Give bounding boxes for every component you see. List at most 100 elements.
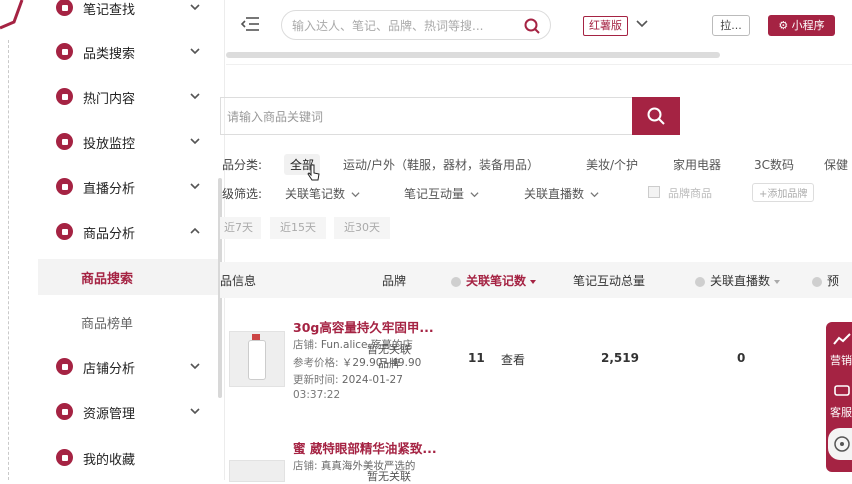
category-icon xyxy=(56,43,73,60)
shop-icon xyxy=(56,358,73,375)
header-more: 预 xyxy=(812,272,839,289)
sidebar-subitem-label: 商品搜索 xyxy=(81,271,134,287)
star-icon xyxy=(56,449,73,466)
mini-program-button[interactable]: ⚙ 小程序 xyxy=(768,15,835,36)
monitor-icon xyxy=(56,133,73,150)
product-search-input[interactable] xyxy=(225,107,609,127)
sort-icon xyxy=(774,279,781,284)
chevron-down-icon xyxy=(190,93,200,100)
chart-icon xyxy=(833,333,851,345)
mini-program-label: 小程序 xyxy=(791,19,825,32)
product-title[interactable]: 30g高容量持久牢固甲... xyxy=(293,317,434,336)
sidebar-item-label: 笔记查找 xyxy=(83,2,136,18)
chevron-up-icon xyxy=(190,227,200,234)
sidebar-item-resource-management[interactable]: 资源管理 xyxy=(26,390,222,434)
period-15d[interactable]: 近15天 xyxy=(270,217,326,239)
help-icon xyxy=(695,276,705,287)
sidebar: 笔记查找 品类搜索 热门内容 投放监控 直播分析 商品分析 商品搜索 商品榜单 … xyxy=(26,0,225,480)
sidebar-subitem-label: 商品榜单 xyxy=(81,316,134,332)
sidebar-item-note-search[interactable]: 笔记查找 xyxy=(26,0,222,30)
category-appliances[interactable]: 家用电器 xyxy=(673,156,721,173)
add-brand-button[interactable]: +添加品牌 xyxy=(752,183,815,202)
category-sports-outdoor[interactable]: 运动/户外（鞋服，器材，装备用品） xyxy=(343,156,539,173)
note-search-icon xyxy=(56,0,73,16)
horizontal-scrollbar[interactable] xyxy=(226,52,720,58)
divider xyxy=(226,64,852,65)
header-note-interactions[interactable]: 笔记互动总量 xyxy=(573,272,645,289)
sidebar-item-label: 品类搜索 xyxy=(83,46,136,62)
product-search-button[interactable] xyxy=(632,97,680,135)
category-label: 品分类: xyxy=(222,158,263,172)
chevron-down-icon[interactable] xyxy=(634,16,650,32)
period-7d[interactable]: 近7天 xyxy=(220,217,261,239)
help-icon xyxy=(812,276,822,287)
chevron-down-icon xyxy=(190,363,200,370)
sidebar-item-ad-monitor[interactable]: 投放监控 xyxy=(26,120,222,164)
sidebar-item-label: 商品分析 xyxy=(83,226,136,242)
updated-label: 更新时间: xyxy=(293,374,339,386)
header-label: 关联直播数 xyxy=(710,274,771,288)
brand-products-label: 品牌商品 xyxy=(668,187,712,200)
shop-label: 店铺: xyxy=(293,339,318,351)
global-search-input[interactable] xyxy=(290,16,519,36)
sidebar-item-label: 店铺分析 xyxy=(83,361,136,377)
login-button[interactable]: 拉... xyxy=(712,15,750,36)
sidebar-item-live-analysis[interactable]: 直播分析 xyxy=(26,165,222,209)
floating-avatar-button[interactable] xyxy=(828,428,852,460)
header-brand: 品牌 xyxy=(382,274,407,288)
brand-cell: 暂无关联 xyxy=(367,470,411,483)
float-service[interactable]: 客服 xyxy=(830,404,852,420)
sidebar-item-label: 直播分析 xyxy=(83,181,136,197)
sidebar-item-label: 投放监控 xyxy=(83,136,136,152)
chevron-down-icon xyxy=(190,48,200,55)
mini-program-icon: ⚙ xyxy=(778,19,792,32)
edge-divider xyxy=(8,40,9,480)
chevron-down-icon xyxy=(351,192,360,198)
category-3c[interactable]: 3C数码 xyxy=(754,156,794,173)
sidebar-item-favorites[interactable]: 我的收藏 xyxy=(26,436,222,480)
chevron-down-icon xyxy=(190,138,200,145)
product-thumbnail[interactable] xyxy=(229,331,285,387)
period-30d[interactable]: 近30天 xyxy=(334,217,390,239)
product-title[interactable]: 蜜 葳特眼部精华油紧致... xyxy=(293,438,437,457)
shop-label: 店铺: xyxy=(293,460,318,472)
view-notes-link[interactable]: 查看 xyxy=(501,351,525,368)
product-search-box xyxy=(220,97,632,135)
search-icon[interactable] xyxy=(523,17,541,35)
sidebar-item-product-analysis[interactable]: 商品分析 xyxy=(26,210,222,254)
product-updated-time: 03:37:22 xyxy=(293,389,341,401)
brand-products-checkbox[interactable] xyxy=(648,186,660,198)
product-thumbnail[interactable] xyxy=(229,460,285,482)
filter-related-notes[interactable]: 关联笔记数 xyxy=(285,185,360,202)
sidebar-item-category-search[interactable]: 品类搜索 xyxy=(26,30,222,74)
updated-date: 2024-01-27 xyxy=(341,374,403,386)
category-beauty[interactable]: 美妆/个护 xyxy=(586,156,638,173)
chevron-down-icon xyxy=(470,192,479,198)
filter-text: 关联笔记数 xyxy=(285,187,346,201)
filter-label: 级筛选: xyxy=(222,187,263,201)
live-icon xyxy=(56,178,73,195)
header-product-info: 品信息 xyxy=(220,274,257,288)
sort-desc-icon xyxy=(530,279,537,284)
sidebar-item-hot-content[interactable]: 热门内容 xyxy=(26,75,222,119)
filter-related-lives[interactable]: 关联直播数 xyxy=(524,185,599,202)
help-icon xyxy=(451,276,461,287)
sidebar-subitem-product-ranking[interactable]: 商品榜单 xyxy=(38,304,220,340)
sidebar-subitem-product-search[interactable]: 商品搜索 xyxy=(38,259,220,295)
header-related-lives[interactable]: 关联直播数 xyxy=(695,272,781,289)
edition-badge[interactable]: 红薯版 xyxy=(583,16,628,36)
header-related-notes[interactable]: 关联笔记数 xyxy=(451,272,537,289)
global-search-box xyxy=(281,10,551,40)
brand-cell: 暂无关联品牌 xyxy=(367,343,411,370)
resource-icon xyxy=(56,403,73,420)
menu-collapse-icon[interactable] xyxy=(240,14,260,34)
related-lives-count: 0 xyxy=(737,351,746,365)
sidebar-item-label: 资源管理 xyxy=(83,406,136,422)
filter-note-interactions[interactable]: 笔记互动量 xyxy=(404,185,479,202)
mouse-cursor-icon xyxy=(307,164,320,181)
float-marketing[interactable]: 营销 xyxy=(830,352,852,368)
note-interactions-total: 2,519 xyxy=(601,351,639,365)
price-label: 参考价格: xyxy=(293,357,339,369)
category-health[interactable]: 保健 xyxy=(824,156,848,173)
sidebar-item-shop-analysis[interactable]: 店铺分析 xyxy=(26,345,222,389)
